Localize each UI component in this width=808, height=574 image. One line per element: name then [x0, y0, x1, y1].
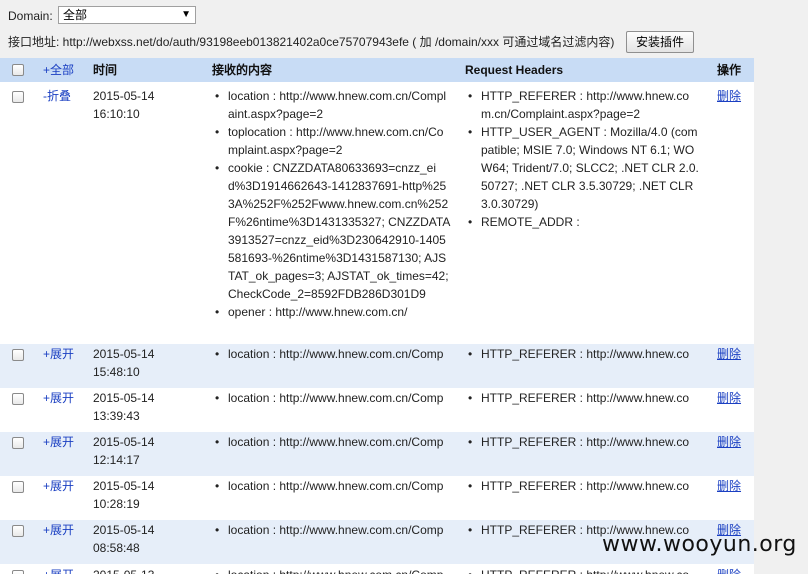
table-row: +展开 2015-05-14 12:14:17 location : http:… [0, 432, 754, 476]
table-row: -折叠 2015-05-14 16:10:10 location : http:… [0, 82, 754, 344]
row-checkbox[interactable] [12, 91, 24, 103]
request-headers-list: HTTP_REFERER : http://www.hnew.com.cn/Co… [467, 87, 701, 231]
row-checkbox[interactable] [12, 570, 24, 574]
list-item: location : http://www.hnew.com.cn/Comp [214, 566, 452, 574]
request-headers-list: HTTP_REFERER : http://www.hnew.co [467, 477, 701, 495]
list-item: opener : http://www.hnew.com.cn/ [214, 303, 452, 321]
row-timestamp: 2015-05-14 08:58:48 [93, 523, 155, 555]
delete-link[interactable]: 删除 [717, 433, 741, 451]
list-item: HTTP_REFERER : http://www.hnew.co [467, 389, 701, 407]
list-item: location : http://www.hnew.com.cn/Comp [214, 521, 452, 539]
list-item: HTTP_REFERER : http://www.hnew.com.cn/Co… [467, 87, 701, 123]
received-content-list: location : http://www.hnew.com.cn/Comp [214, 521, 452, 539]
received-content-list: location : http://www.hnew.com.cn/Comp [214, 566, 452, 574]
request-headers-list: HTTP_REFERER : http://www.hnew.co [467, 345, 701, 363]
install-plugin-button[interactable]: 安装插件 [626, 31, 694, 53]
received-content-list: location : http://www.hnew.com.cn/Comp [214, 389, 452, 407]
expand-link[interactable]: +展开 [43, 389, 74, 407]
delete-link[interactable]: 删除 [717, 389, 741, 407]
received-content-list: location : http://www.hnew.com.cn/Compla… [214, 87, 452, 321]
list-item: location : http://www.hnew.com.cn/Comp [214, 433, 452, 451]
table-row: +展开 2015-05-14 10:28:19 location : http:… [0, 476, 754, 520]
expand-link[interactable]: +展开 [43, 433, 74, 451]
expand-link[interactable]: +展开 [43, 345, 74, 363]
expand-link[interactable]: +展开 [43, 477, 74, 495]
list-item: HTTP_REFERER : http://www.hnew.co [467, 345, 701, 363]
list-item: REMOTE_ADDR : [467, 213, 701, 231]
list-item: location : http://www.hnew.com.cn/Compla… [214, 87, 452, 123]
dropdown-arrow-icon: ▼ [181, 9, 191, 20]
list-item: HTTP_USER_AGENT : Mozilla/4.0 (compatibl… [467, 123, 701, 213]
list-item: location : http://www.hnew.com.cn/Comp [214, 477, 452, 495]
list-item: HTTP_REFERER : http://www.hnew.co [467, 433, 701, 451]
row-checkbox[interactable] [12, 349, 24, 361]
list-item: toplocation : http://www.hnew.com.cn/Com… [214, 123, 452, 159]
table-row: +展开 2015-05-14 15:48:10 location : http:… [0, 344, 754, 388]
column-header-request-headers: Request Headers [465, 63, 564, 77]
domain-label: Domain: [8, 9, 53, 23]
row-timestamp: 2015-05-14 12:14:17 [93, 435, 155, 467]
row-checkbox[interactable] [12, 437, 24, 449]
expand-link[interactable]: +展开 [43, 521, 74, 539]
toolbar: Domain: 全部 ▼ 接口地址: http://webxss.net/do/… [0, 0, 808, 58]
table-row: +展开 2015-05-13 location : http://www.hne… [0, 564, 754, 574]
list-item: HTTP_REFERER : http://www.hnew.co [467, 477, 701, 495]
list-item: location : http://www.hnew.com.cn/Comp [214, 345, 452, 363]
table-row: +展开 2015-05-14 13:39:43 location : http:… [0, 388, 754, 432]
request-headers-list: HTTP_REFERER : http://www.hnew.co [467, 389, 701, 407]
expand-link[interactable]: +展开 [43, 566, 74, 574]
domain-selected-value: 全部 [63, 8, 88, 22]
received-content-list: location : http://www.hnew.com.cn/Comp [214, 345, 452, 363]
row-checkbox[interactable] [12, 393, 24, 405]
row-checkbox[interactable] [12, 525, 24, 537]
collapse-link[interactable]: -折叠 [43, 87, 71, 105]
list-item: cookie : CNZZDATA80633693=cnzz_eid%3D191… [214, 159, 452, 303]
column-header-actions: 操作 [717, 63, 742, 77]
received-content-list: location : http://www.hnew.com.cn/Comp [214, 477, 452, 495]
row-timestamp: 2015-05-14 15:48:10 [93, 347, 155, 379]
request-headers-list: HTTP_REFERER : http://www.hnew.co [467, 433, 701, 451]
received-content-list: location : http://www.hnew.com.cn/Comp [214, 433, 452, 451]
api-url-text: 接口地址: http://webxss.net/do/auth/93198eeb… [8, 35, 615, 49]
column-header-time: 时间 [93, 63, 118, 77]
expand-all-link[interactable]: +全部 [43, 58, 74, 82]
list-item: HTTP_REFERER : http://www.hnew.co [467, 566, 701, 574]
domain-select[interactable]: 全部 ▼ [58, 6, 196, 24]
row-checkbox[interactable] [12, 481, 24, 493]
request-headers-list: HTTP_REFERER : http://www.hnew.co [467, 566, 701, 574]
delete-link[interactable]: 删除 [717, 477, 741, 495]
delete-link[interactable]: 删除 [717, 345, 741, 363]
row-timestamp: 2015-05-13 [93, 566, 193, 574]
delete-link[interactable]: 删除 [717, 87, 741, 105]
list-item: location : http://www.hnew.com.cn/Comp [214, 389, 452, 407]
column-header-content: 接收的内容 [212, 63, 273, 77]
row-timestamp: 2015-05-14 13:39:43 [93, 391, 155, 423]
row-timestamp: 2015-05-14 10:28:19 [93, 479, 155, 511]
row-timestamp: 2015-05-14 16:10:10 [93, 89, 155, 121]
select-all-checkbox[interactable] [12, 64, 24, 76]
watermark: www.wooyun.org [602, 532, 797, 557]
table-header-row: +全部 时间 接收的内容 Request Headers 操作 [0, 58, 754, 82]
delete-link[interactable]: 删除 [717, 566, 741, 574]
